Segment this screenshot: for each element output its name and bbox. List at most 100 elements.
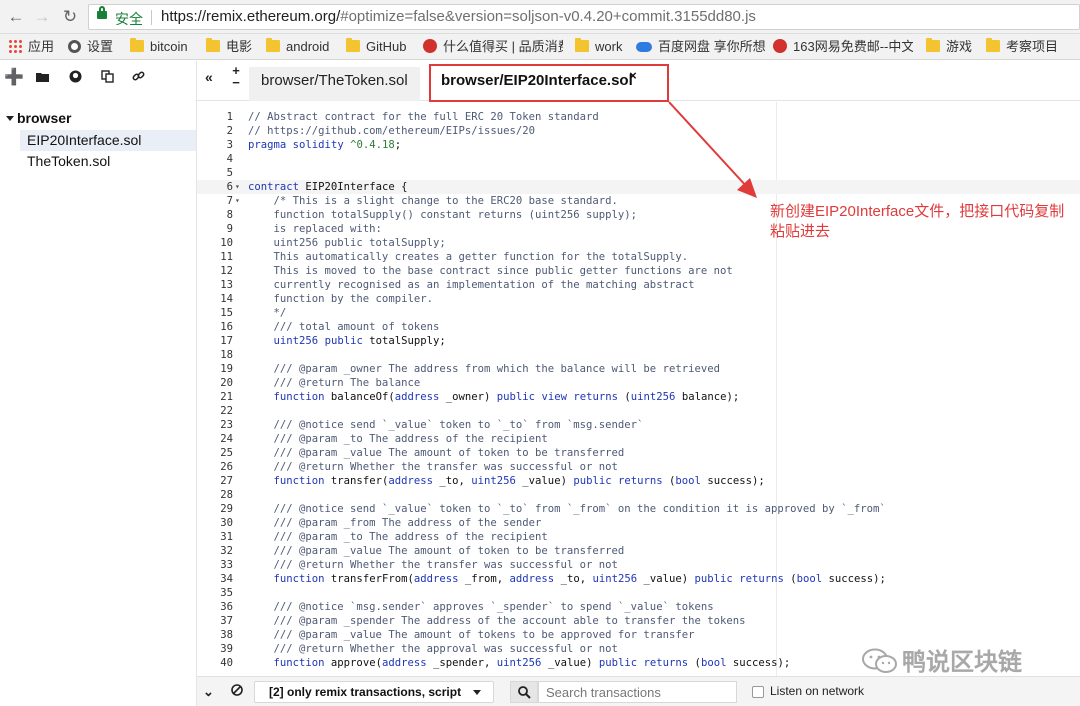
listen-on-network-checkbox[interactable] xyxy=(752,686,764,698)
code-line[interactable]: 33 /// @return Whether the transfer was … xyxy=(197,558,1080,572)
explorer-root-browser[interactable]: browser xyxy=(6,110,71,126)
code-line[interactable]: 29 /// @notice send `_value` token to `_… xyxy=(197,502,1080,516)
code-line[interactable]: 3 pragma solidity ^0.4.18; xyxy=(197,138,1080,152)
bookmark-label: GitHub xyxy=(366,39,407,54)
code-line[interactable]: 12 This is moved to the base contract si… xyxy=(197,264,1080,278)
link-icon[interactable] xyxy=(129,69,147,87)
code-text: uint256 public totalSupply; xyxy=(273,335,446,347)
code-line[interactable]: 15 */ xyxy=(197,306,1080,320)
code-line[interactable]: 4 xyxy=(197,152,1080,166)
code-line[interactable]: 11 This automatically creates a getter f… xyxy=(197,250,1080,264)
line-number: 8 xyxy=(226,209,233,221)
code-line[interactable]: 1 // Abstract contract for the full ERC 2… xyxy=(197,110,1080,124)
tab-label: browser/TheToken.sol xyxy=(261,72,408,89)
code-text: is replaced with: xyxy=(248,223,382,235)
tab-thetoken[interactable]: browser/TheToken.sol xyxy=(249,67,420,101)
copy-files-icon[interactable] xyxy=(98,69,116,87)
code-line[interactable]: 28 xyxy=(197,488,1080,502)
file-eip20interface[interactable]: EIP20Interface.sol xyxy=(20,130,196,151)
folder-icon xyxy=(130,38,144,52)
folder-icon xyxy=(266,38,280,52)
bookmark-apps[interactable]: 应用 xyxy=(8,38,54,56)
code-text: function balanceOf(address _owner) publi… xyxy=(273,391,740,403)
clear-console-icon[interactable] xyxy=(231,684,243,699)
url-omnibox[interactable]: 安全 https://remix.ethereum.org/#optimize=… xyxy=(88,4,1080,30)
smzdm-icon xyxy=(423,39,437,53)
code-text: function totalSupply() constant returns … xyxy=(248,209,638,221)
file-thetoken[interactable]: TheToken.sol xyxy=(20,151,196,172)
code-line[interactable]: 26 /// @return Whether the transfer was … xyxy=(197,460,1080,474)
bookmark-github[interactable]: GitHub xyxy=(346,38,406,56)
bookmark-label: 设置 xyxy=(87,39,114,54)
folder-icon xyxy=(926,38,940,52)
code-text: function by the compiler. xyxy=(248,293,433,305)
bookmark-settings[interactable]: 设置 xyxy=(68,38,113,56)
code-line[interactable]: 6 ▾ contract EIP20Interface { xyxy=(197,180,1080,194)
back-arrow-icon[interactable]: ← xyxy=(4,5,28,29)
line-number: 5 xyxy=(226,167,233,179)
code-text: /// @param _owner The address from which… xyxy=(248,363,720,375)
code-line[interactable]: 27 function transfer(address _to, uint25… xyxy=(197,474,1080,488)
search-transactions-input[interactable] xyxy=(538,681,737,703)
search-button[interactable] xyxy=(510,681,538,703)
code-line[interactable]: 13 currently recognised as an implementa… xyxy=(197,278,1080,292)
code-line[interactable]: 14 function by the compiler. xyxy=(197,292,1080,306)
fold-toggle-icon[interactable]: ▾ xyxy=(235,194,240,208)
code-line[interactable]: 32 /// @param _value The amount of token… xyxy=(197,544,1080,558)
code-line[interactable]: 18 xyxy=(197,348,1080,362)
reload-icon[interactable]: ↻ xyxy=(58,5,82,29)
url-text[interactable]: https://remix.ethereum.org/#optimize=fal… xyxy=(161,8,756,25)
code-line[interactable]: 30 /// @param _from The address of the s… xyxy=(197,516,1080,530)
line-number: 7 xyxy=(226,195,233,207)
bookmark-games[interactable]: 游戏 xyxy=(926,38,972,56)
bookmark-bitcoin[interactable]: bitcoin xyxy=(130,38,188,56)
listen-on-network-label: Listen on network xyxy=(770,684,865,698)
collapse-left-panel-icon[interactable]: « xyxy=(205,69,213,85)
code-line[interactable]: 24 /// @param _to The address of the rec… xyxy=(197,432,1080,446)
bookmark-163-mail[interactable]: 163网易免费邮--中文 xyxy=(773,38,913,56)
code-line[interactable]: 31 /// @param _to The address of the rec… xyxy=(197,530,1080,544)
zoom-icon[interactable]: + − xyxy=(229,64,243,89)
code-line[interactable]: 22 xyxy=(197,404,1080,418)
explorer-root-label: browser xyxy=(17,110,72,126)
code-line[interactable]: 19 /// @param _owner The address from wh… xyxy=(197,362,1080,376)
fold-toggle-icon[interactable]: ▾ xyxy=(235,180,240,194)
code-line[interactable]: 35 xyxy=(197,586,1080,600)
code-line[interactable]: 25 /// @param _value The amount of token… xyxy=(197,446,1080,460)
code-editor[interactable]: 1 // Abstract contract for the full ERC 2… xyxy=(197,102,1080,676)
file-explorer: browser EIP20Interface.sol TheToken.sol xyxy=(0,96,196,706)
minimize-terminal-icon[interactable]: ⌄ xyxy=(203,684,214,700)
code-line[interactable]: 17 uint256 public totalSupply; xyxy=(197,334,1080,348)
transaction-filter-dropdown[interactable]: [2] only remix transactions, script xyxy=(254,681,494,703)
create-file-icon[interactable]: ➕ xyxy=(4,69,24,87)
line-number: 18 xyxy=(220,349,233,361)
code-line[interactable]: 5 xyxy=(197,166,1080,180)
code-line[interactable]: 16 /// total amount of tokens xyxy=(197,320,1080,334)
code-line[interactable]: 36 /// @notice `msg.sender` approves `_s… xyxy=(197,600,1080,614)
code-text: contract EIP20Interface { xyxy=(248,181,408,193)
netease-icon xyxy=(773,39,787,53)
code-line[interactable]: 20 /// @return The balance xyxy=(197,376,1080,390)
line-number: 2 xyxy=(226,125,233,137)
bookmark-smzdm[interactable]: 什么值得买 | 品质消费 xyxy=(423,38,563,56)
gear-icon xyxy=(68,40,81,53)
chevron-down-icon xyxy=(473,690,481,695)
bookmark-baidu-cloud[interactable]: 百度网盘 享你所想 xyxy=(636,38,766,56)
code-line[interactable]: 37 /// @param _spender The address of th… xyxy=(197,614,1080,628)
line-number: 12 xyxy=(220,265,233,277)
code-line[interactable]: 2 // https://github.com/ethereum/EIPs/iss… xyxy=(197,124,1080,138)
code-line[interactable]: 34 function transferFrom(address _from, … xyxy=(197,572,1080,586)
folder-icon xyxy=(206,38,220,52)
code-line[interactable]: 23 /// @notice send `_value` token to `_… xyxy=(197,418,1080,432)
forward-arrow-icon[interactable]: → xyxy=(30,5,54,29)
line-number: 26 xyxy=(220,461,233,473)
bookmark-work[interactable]: work xyxy=(575,38,622,56)
bookmark-movies[interactable]: 电影 xyxy=(206,38,252,56)
open-folder-icon[interactable] xyxy=(34,69,52,87)
bookmark-projects[interactable]: 考察项目 xyxy=(986,38,1058,56)
bookmark-android[interactable]: android xyxy=(266,38,329,56)
code-line[interactable]: 38 /// @param _value The amount of token… xyxy=(197,628,1080,642)
github-icon[interactable] xyxy=(66,69,84,87)
code-text: /// @return Whether the transfer was suc… xyxy=(248,461,618,473)
code-line[interactable]: 21 function balanceOf(address _owner) pu… xyxy=(197,390,1080,404)
